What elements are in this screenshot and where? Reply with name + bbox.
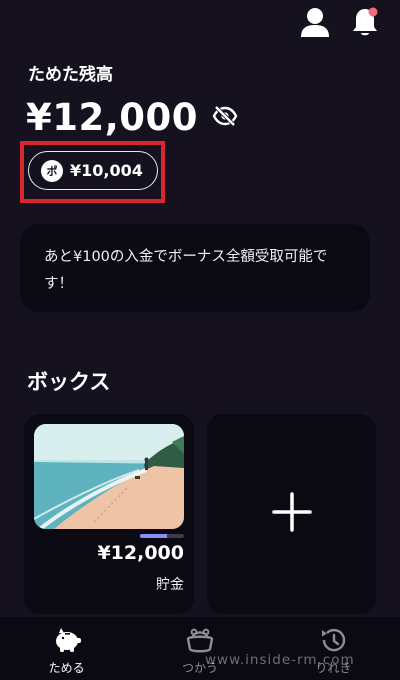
- box-name: 貯金: [156, 577, 184, 593]
- bell-icon[interactable]: [350, 6, 380, 38]
- box-amount: ¥12,000: [97, 542, 184, 564]
- user-icon[interactable]: [300, 6, 330, 38]
- nav-tab-rireki[interactable]: りれき: [267, 617, 400, 680]
- header-icons: [300, 6, 380, 38]
- points-amount: ¥10,004: [70, 161, 143, 180]
- piggy-bank-icon: [52, 627, 82, 657]
- nav-tab-tsukau[interactable]: つかう: [133, 617, 266, 680]
- notification-dot: [368, 7, 378, 17]
- boxes-section-title: ボックス: [27, 370, 111, 394]
- balance-label: ためた残高: [28, 65, 113, 85]
- savings-box-card[interactable]: ¥12,000 貯金: [24, 414, 194, 614]
- beach-image: [34, 424, 184, 529]
- box-progress-fill: [140, 534, 168, 538]
- points-pill[interactable]: ポ ¥10,004: [28, 151, 158, 190]
- balance-amount: ¥12,000: [26, 96, 199, 139]
- bottom-navigation: ためる つかう りれき: [0, 617, 400, 680]
- plus-icon: [271, 492, 312, 536]
- balance-row: ¥12,000: [26, 96, 238, 139]
- nav-label-tameru: ためる: [48, 661, 85, 675]
- eye-off-icon[interactable]: [212, 105, 238, 130]
- nav-tab-tameru[interactable]: ためる: [0, 617, 133, 680]
- points-badge: ポ: [41, 159, 63, 182]
- add-box-button[interactable]: [207, 414, 376, 614]
- bonus-notice-card[interactable]: あと¥100の入金でボーナス全額受取可能です！: [20, 224, 370, 312]
- box-progress-bar: [140, 534, 184, 538]
- bonus-notice-text: あと¥100の入金でボーナス全額受取可能です！: [44, 249, 328, 292]
- watermark: www.inside-rm.com: [205, 652, 355, 668]
